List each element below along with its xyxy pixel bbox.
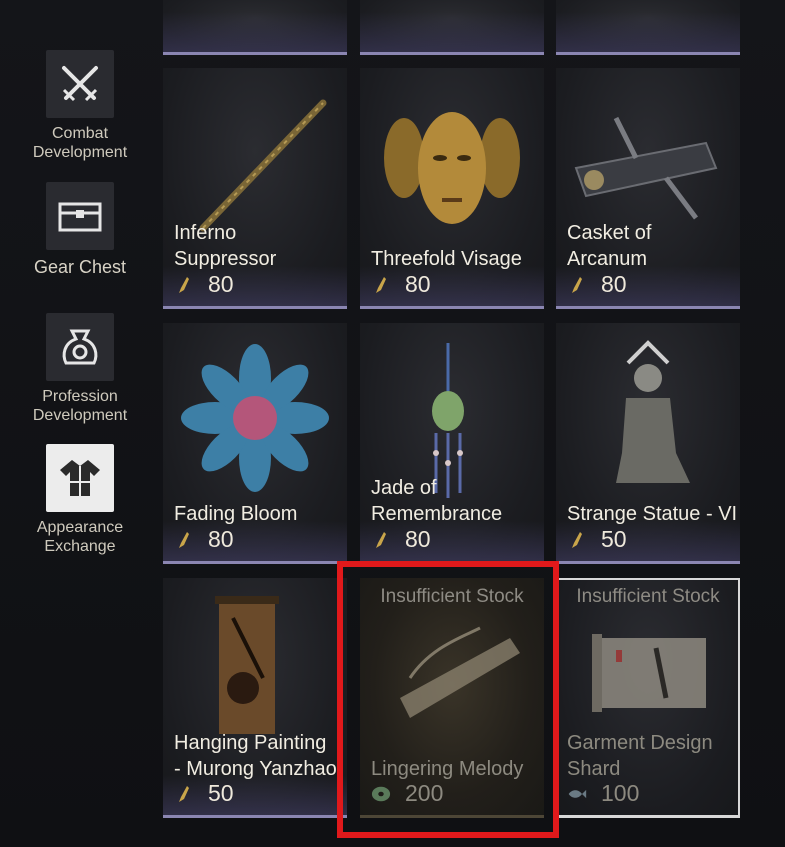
item-price: 80 bbox=[405, 271, 431, 297]
item-name: Hanging Painting - Murong Yanzhao bbox=[174, 732, 337, 780]
statue-icon bbox=[616, 340, 690, 483]
item-name: Fading Bloom bbox=[174, 503, 298, 525]
brush-token-icon bbox=[174, 530, 194, 550]
item-price: 100 bbox=[601, 780, 640, 806]
shop-item-strange-statue-vi[interactable]: Strange Statue - VI 50 bbox=[556, 323, 740, 564]
jade-coin-icon bbox=[371, 784, 391, 804]
brush-token-icon bbox=[174, 784, 194, 804]
nav-label: Profession Development bbox=[32, 388, 128, 424]
item-price: 80 bbox=[208, 271, 234, 297]
item-price: 80 bbox=[208, 526, 234, 552]
item-price: 50 bbox=[208, 780, 234, 806]
nav-gear-chest[interactable]: Gear Chest bbox=[0, 182, 160, 277]
price-row: 50 bbox=[174, 780, 234, 807]
insufficient-stock-label: Insufficient Stock bbox=[576, 586, 720, 607]
nav-profession-development[interactable]: Profession Development bbox=[0, 313, 160, 425]
brush-token-icon bbox=[567, 530, 587, 550]
item-name: Casket of Arcanum bbox=[567, 222, 652, 270]
item-price: 50 bbox=[601, 526, 627, 552]
insufficient-stock-label: Insufficient Stock bbox=[380, 586, 524, 607]
item-name: Threefold Visage bbox=[371, 248, 522, 270]
nav-label: Combat Development bbox=[32, 125, 128, 161]
price-row: 100 bbox=[567, 780, 639, 807]
brush-token-icon bbox=[371, 530, 391, 550]
shop-item-card-partial[interactable] bbox=[556, 0, 740, 55]
shop-item-inferno-suppressor[interactable]: Inferno Suppressor 80 bbox=[163, 68, 347, 309]
shop-item-fading-bloom[interactable]: Fading Bloom 80 bbox=[163, 323, 347, 564]
price-row: 50 bbox=[567, 526, 627, 553]
item-price: 200 bbox=[405, 780, 444, 806]
shop-item-card-partial[interactable] bbox=[360, 0, 544, 55]
brush-token-icon bbox=[174, 275, 194, 295]
shop-item-hanging-painting[interactable]: Hanging Painting - Murong Yanzhao 50 bbox=[163, 578, 347, 818]
shop-item-jade-of-remembrance[interactable]: Jade of Remembrance 80 bbox=[360, 323, 544, 564]
nav-appearance-exchange[interactable]: Appearance Exchange bbox=[0, 444, 160, 556]
price-row: 80 bbox=[371, 271, 431, 298]
category-sidebar: Combat Development Gear Chest Profession D… bbox=[0, 0, 160, 847]
robe-icon bbox=[46, 444, 114, 512]
price-row: 80 bbox=[174, 271, 234, 298]
price-row: 80 bbox=[567, 271, 627, 298]
item-name: Lingering Melody bbox=[371, 758, 524, 780]
chest-icon bbox=[46, 182, 114, 250]
item-name: Garment Design Shard bbox=[567, 732, 713, 780]
item-name: Jade of Remembrance bbox=[371, 477, 503, 525]
item-price: 80 bbox=[405, 526, 431, 552]
brush-token-icon bbox=[567, 275, 587, 295]
price-row: 200 bbox=[371, 780, 443, 807]
price-row: 80 bbox=[174, 526, 234, 553]
shop-item-card-partial[interactable] bbox=[163, 0, 347, 55]
shop-item-threefold-visage[interactable]: Threefold Visage 80 bbox=[360, 68, 544, 309]
money-bag-icon bbox=[46, 313, 114, 381]
brush-token-icon bbox=[371, 275, 391, 295]
guqin-icon bbox=[400, 626, 520, 718]
mask-icon bbox=[384, 112, 520, 224]
item-price: 80 bbox=[601, 271, 627, 297]
item-name: Inferno Suppressor bbox=[174, 222, 277, 270]
shop-item-casket-of-arcanum[interactable]: Casket of Arcanum 80 bbox=[556, 68, 740, 309]
price-row: 80 bbox=[371, 526, 431, 553]
nav-label: Appearance Exchange bbox=[36, 519, 124, 555]
nav-label: Gear Chest bbox=[33, 257, 127, 277]
item-name: Strange Statue - VI bbox=[567, 503, 738, 525]
shop-item-garment-design-shard[interactable]: Insufficient Stock Garment Design Shard 1… bbox=[556, 578, 740, 818]
flower-icon bbox=[181, 344, 329, 492]
nav-combat-development[interactable]: Combat Development bbox=[0, 50, 160, 162]
crossed-swords-icon bbox=[46, 50, 114, 118]
shop-item-lingering-melody[interactable]: Insufficient Stock Lingering Melody 200 bbox=[360, 578, 544, 818]
fish-token-icon bbox=[567, 784, 587, 804]
